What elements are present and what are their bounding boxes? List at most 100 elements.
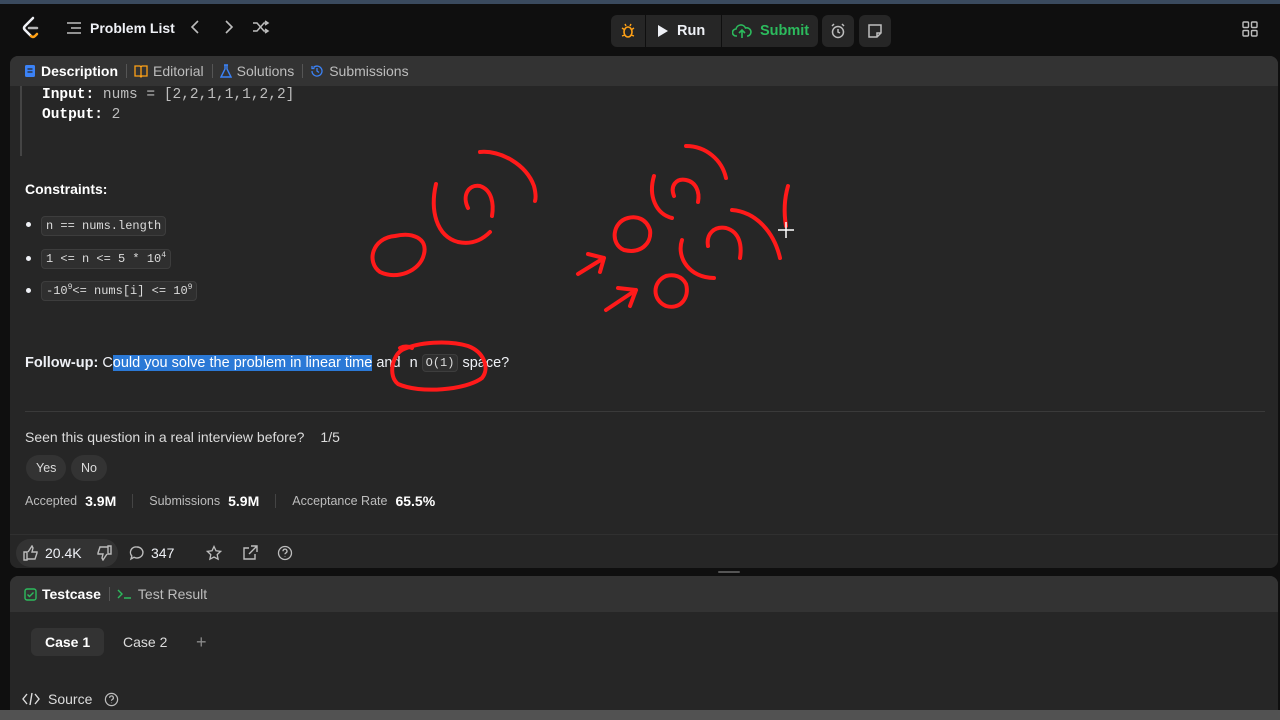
- terminal-icon: [117, 589, 131, 599]
- thumbs-down-icon: [97, 545, 112, 561]
- leetcode-logo-icon[interactable]: [20, 16, 42, 40]
- bullet: [26, 288, 31, 293]
- description-panel: Description Editorial Solutions Submissi…: [10, 56, 1278, 568]
- follow-up-code: O(1): [421, 354, 459, 372]
- tab-solutions-label: Solutions: [236, 63, 295, 79]
- comments-button[interactable]: 347: [129, 539, 174, 567]
- constraint-text: -10: [46, 284, 68, 298]
- book-icon: [134, 65, 148, 78]
- constraint-code: n == nums.length: [41, 216, 167, 236]
- checkbox-icon: [24, 587, 37, 601]
- history-icon: [311, 65, 323, 77]
- follow-up-post: space?: [462, 355, 510, 371]
- tab-editorial-label: Editorial: [153, 63, 204, 79]
- cloud-upload-icon: [732, 24, 752, 38]
- favorite-button[interactable]: [206, 539, 222, 567]
- tab-separator: [211, 64, 213, 78]
- exponent: 4: [161, 250, 167, 260]
- follow-up-label: Follow-up:: [25, 355, 99, 371]
- description-tabs: Description Editorial Solutions Submissi…: [10, 56, 1278, 86]
- like-count: 20.4K: [45, 545, 82, 561]
- follow-up: Follow-up: Could you solve the problem i…: [25, 354, 509, 372]
- exponent: 9: [67, 282, 73, 292]
- separator: [645, 15, 646, 47]
- chevron-left-icon: [190, 20, 199, 34]
- share-icon: [243, 545, 258, 560]
- notes-button[interactable]: [859, 15, 891, 47]
- list-icon: [67, 22, 81, 34]
- tab-description[interactable]: Description: [24, 63, 126, 79]
- tab-solutions[interactable]: Solutions: [219, 63, 303, 79]
- submissions-label: Submissions: [149, 494, 221, 508]
- like-button[interactable]: 20.4K: [23, 539, 82, 567]
- acceptance-rate-value: 65.5%: [395, 493, 436, 509]
- comment-icon: [129, 546, 144, 561]
- follow-up-pre: C: [102, 355, 113, 371]
- follow-up-n: n: [409, 355, 418, 371]
- submissions-value: 5.9M: [228, 493, 260, 509]
- separator: [275, 494, 277, 508]
- random-problem-button[interactable]: [250, 16, 272, 38]
- divider: [25, 411, 1265, 412]
- output-value: 2: [111, 107, 121, 123]
- scrollbar-track[interactable]: [0, 710, 1280, 720]
- constraint-code: -10 9 <= nums[i] <= 10 9: [41, 281, 198, 301]
- tab-description-label: Description: [41, 63, 119, 79]
- run-label: Run: [677, 23, 706, 39]
- panel-resize-handle[interactable]: [718, 571, 740, 573]
- yes-button[interactable]: Yes: [26, 455, 67, 481]
- output-label: Output:: [42, 107, 103, 123]
- problem-stats: Accepted 3.9M Submissions 5.9M Acceptanc…: [25, 493, 435, 509]
- tab-testcase-label: Testcase: [42, 586, 101, 602]
- share-button[interactable]: [242, 539, 258, 567]
- accepted-label: Accepted: [25, 494, 78, 508]
- question-circle-icon[interactable]: [104, 692, 119, 707]
- interview-ratio: 1/5: [320, 429, 340, 445]
- tab-test-result[interactable]: Test Result: [117, 586, 215, 602]
- submit-button[interactable]: Submit: [732, 15, 809, 47]
- bullet: [26, 222, 31, 227]
- constraint-text: <= nums[i] <= 10: [72, 284, 188, 298]
- example-output: Output: 2: [42, 107, 120, 123]
- tab-submissions[interactable]: Submissions: [310, 63, 416, 79]
- comment-count: 347: [151, 545, 175, 561]
- constraints-title: Constraints:: [25, 181, 108, 197]
- prev-problem-button[interactable]: [184, 16, 206, 38]
- note-icon: [868, 24, 882, 38]
- exponent: 9: [187, 282, 193, 292]
- run-button[interactable]: Run: [657, 15, 705, 47]
- run-submit-group: Run Submit: [611, 15, 818, 47]
- tab-editorial[interactable]: Editorial: [134, 63, 212, 79]
- submit-label: Submit: [760, 23, 810, 39]
- input-label: Input:: [42, 87, 95, 103]
- next-problem-button[interactable]: [218, 16, 240, 38]
- problem-list-button[interactable]: Problem List: [66, 14, 175, 42]
- timer-button[interactable]: [822, 15, 854, 47]
- interview-question-text: Seen this question in a real interview b…: [25, 429, 305, 445]
- tab-separator: [302, 64, 304, 78]
- help-button[interactable]: [277, 539, 293, 567]
- dislike-button[interactable]: [96, 539, 112, 567]
- thumbs-up-icon: [23, 545, 38, 561]
- input-value: nums = [2,2,1,1,1,2,2]: [102, 87, 295, 103]
- testcase-tabs: Testcase Test Result: [10, 576, 1278, 612]
- acceptance-rate-label: Acceptance Rate: [292, 494, 388, 508]
- bullet: [26, 256, 31, 261]
- tab-testcase[interactable]: Testcase: [24, 586, 109, 602]
- star-icon: [206, 545, 222, 561]
- layout-grid-icon[interactable]: [1242, 21, 1258, 37]
- play-icon: [658, 25, 668, 37]
- selected-text: ould you solve the problem in linear tim…: [112, 355, 373, 371]
- follow-up-mid: and: [372, 355, 405, 371]
- no-button[interactable]: No: [71, 455, 107, 481]
- constraint-code: 1 <= n <= 5 * 10 4: [41, 249, 172, 269]
- case-2-tab[interactable]: Case 2: [109, 628, 181, 656]
- tab-test-result-label: Test Result: [137, 586, 208, 602]
- add-case-button[interactable]: +: [182, 628, 221, 656]
- alarm-clock-icon: [831, 23, 845, 39]
- example-block-border: [20, 86, 22, 156]
- reactions-bar: 20.4K 347: [10, 534, 1278, 568]
- debug-button[interactable]: [619, 15, 637, 47]
- case-1-tab[interactable]: Case 1: [31, 628, 105, 656]
- source-label[interactable]: Source: [48, 691, 92, 707]
